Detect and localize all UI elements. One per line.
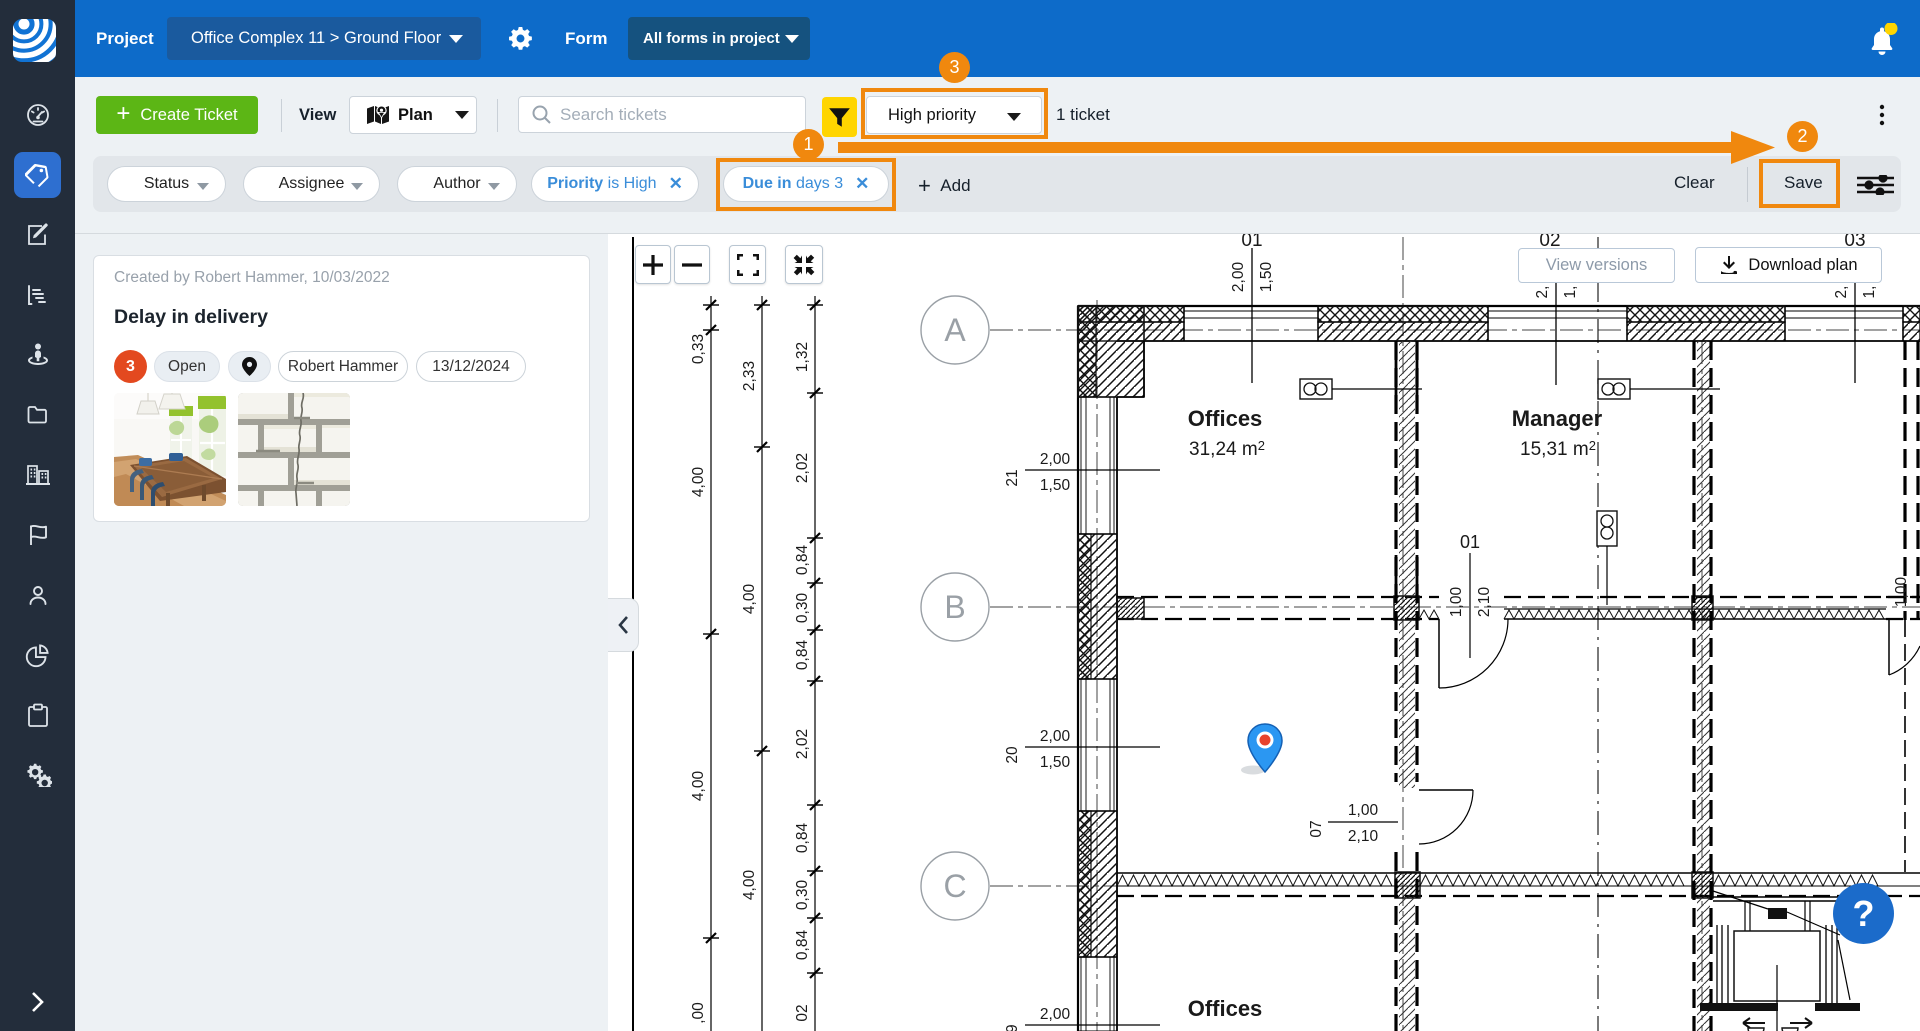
svg-text:2,00: 2,00	[1040, 451, 1071, 468]
svg-text:02: 02	[794, 1004, 811, 1021]
svg-text:0,84: 0,84	[794, 930, 811, 961]
svg-text:1,00: 1,00	[1448, 587, 1465, 618]
svg-text:A: A	[944, 312, 966, 348]
svg-text:2,: 2,	[1833, 286, 1850, 299]
svg-text:4,00: 4,00	[741, 584, 758, 615]
svg-text:0,33: 0,33	[690, 334, 707, 364]
svg-text:0,84: 0,84	[794, 640, 811, 671]
svg-text:19: 19	[1004, 1024, 1021, 1031]
svg-text:1,00: 1,00	[1893, 577, 1910, 608]
svg-text:2,00: 2,00	[1040, 1006, 1071, 1023]
svg-text:,00: ,00	[690, 1002, 707, 1024]
svg-text:4,00: 4,00	[690, 467, 707, 498]
svg-text:2,10: 2,10	[1348, 828, 1379, 845]
svg-text:2,02: 2,02	[794, 453, 811, 483]
svg-text:Manager: Manager	[1512, 406, 1603, 431]
svg-text:4,00: 4,00	[690, 771, 707, 802]
svg-text:07: 07	[1308, 820, 1325, 837]
svg-text:31,24 m2: 31,24 m2	[1189, 438, 1265, 460]
svg-text:1,50: 1,50	[1040, 754, 1071, 771]
svg-text:01: 01	[1241, 234, 1262, 251]
svg-text:1,32: 1,32	[794, 342, 811, 372]
svg-text:C: C	[943, 868, 966, 904]
svg-text:1,: 1,	[1861, 286, 1878, 299]
svg-text:0,30: 0,30	[794, 593, 811, 624]
svg-text:21: 21	[1004, 469, 1021, 486]
svg-text:2,10: 2,10	[1476, 587, 1493, 618]
svg-text:01: 01	[1460, 532, 1480, 552]
svg-text:0,30: 0,30	[794, 880, 811, 911]
svg-text:2,00: 2,00	[1230, 262, 1247, 293]
svg-text:1,00: 1,00	[1348, 802, 1379, 819]
svg-text:B: B	[944, 589, 965, 625]
svg-text:2,02: 2,02	[794, 729, 811, 759]
svg-text:0,84: 0,84	[794, 823, 811, 854]
svg-text:0,84: 0,84	[794, 545, 811, 576]
svg-text:Offices: Offices	[1188, 406, 1263, 431]
svg-text:2,00: 2,00	[1040, 728, 1071, 745]
svg-text:20: 20	[1004, 746, 1021, 764]
svg-text:4,00: 4,00	[741, 870, 758, 901]
svg-text:Offices: Offices	[1188, 996, 1263, 1021]
svg-text:2,: 2,	[1534, 286, 1551, 299]
svg-text:1,: 1,	[1562, 286, 1579, 299]
svg-text:15,31 m2: 15,31 m2	[1520, 438, 1596, 460]
svg-text:1,50: 1,50	[1258, 262, 1275, 293]
svg-text:1,50: 1,50	[1040, 477, 1071, 494]
svg-text:2,33: 2,33	[741, 361, 758, 391]
